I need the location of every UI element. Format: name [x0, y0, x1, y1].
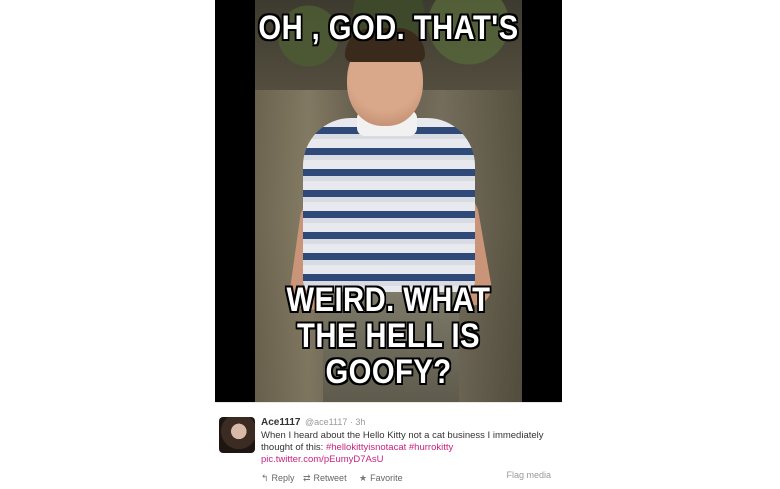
meme-bottom-line-3: GOOFY?	[325, 353, 452, 391]
retweet-button[interactable]: ⇄ Retweet	[303, 473, 347, 484]
author-name[interactable]: Ace1117	[261, 417, 301, 428]
reply-label: Reply	[271, 473, 295, 483]
reply-icon: ↰	[261, 473, 269, 483]
reply-button[interactable]: ↰ Reply	[261, 473, 295, 484]
retweet-label: Retweet	[313, 473, 347, 483]
meme-bottom-line-1: WEIRD. WHAT	[286, 281, 491, 319]
tweet-text: When I heard about the Hello Kitty not a…	[261, 430, 561, 466]
flag-media-link[interactable]: Flag media	[506, 470, 551, 480]
hashtag-link-hurrokitty[interactable]: #hurrokitty	[409, 442, 453, 453]
favorite-button[interactable]: ★ Favorite	[359, 473, 403, 484]
retweet-icon: ⇄	[303, 473, 311, 483]
author-meta: @ace1117 · 3h	[305, 417, 365, 427]
avatar[interactable]	[219, 417, 255, 453]
meme-bottom-caption: WEIRD. WHAT THE HELL IS GOOFY?	[239, 282, 537, 390]
favorite-label: Favorite	[370, 473, 403, 483]
tweet-timestamp[interactable]: 3h	[355, 417, 365, 427]
media-link[interactable]: pic.twitter.com/pEumyD7AsU	[261, 454, 383, 465]
meta-separator: ·	[349, 417, 353, 427]
meme-bottom-line-2: THE HELL IS	[297, 317, 480, 355]
photo-striped-shirt	[303, 118, 475, 296]
author-handle[interactable]: @ace1117	[305, 417, 347, 427]
hashtag-link-hellokittyisnotacat[interactable]: #hellokittyisnotacat	[326, 442, 406, 453]
meme-image-frame: OH , GOD. THAT'S WEIRD. WHAT THE HELL IS…	[215, 0, 562, 402]
star-icon: ★	[359, 473, 368, 483]
tweet-actions: ↰ Reply ⇄ Retweet ★ Favorite Flag media	[261, 470, 559, 485]
tweet-card: Ace1117 @ace1117 · 3h When I heard about…	[215, 402, 562, 489]
meme-top-caption: OH , GOD. THAT'S	[258, 9, 519, 47]
